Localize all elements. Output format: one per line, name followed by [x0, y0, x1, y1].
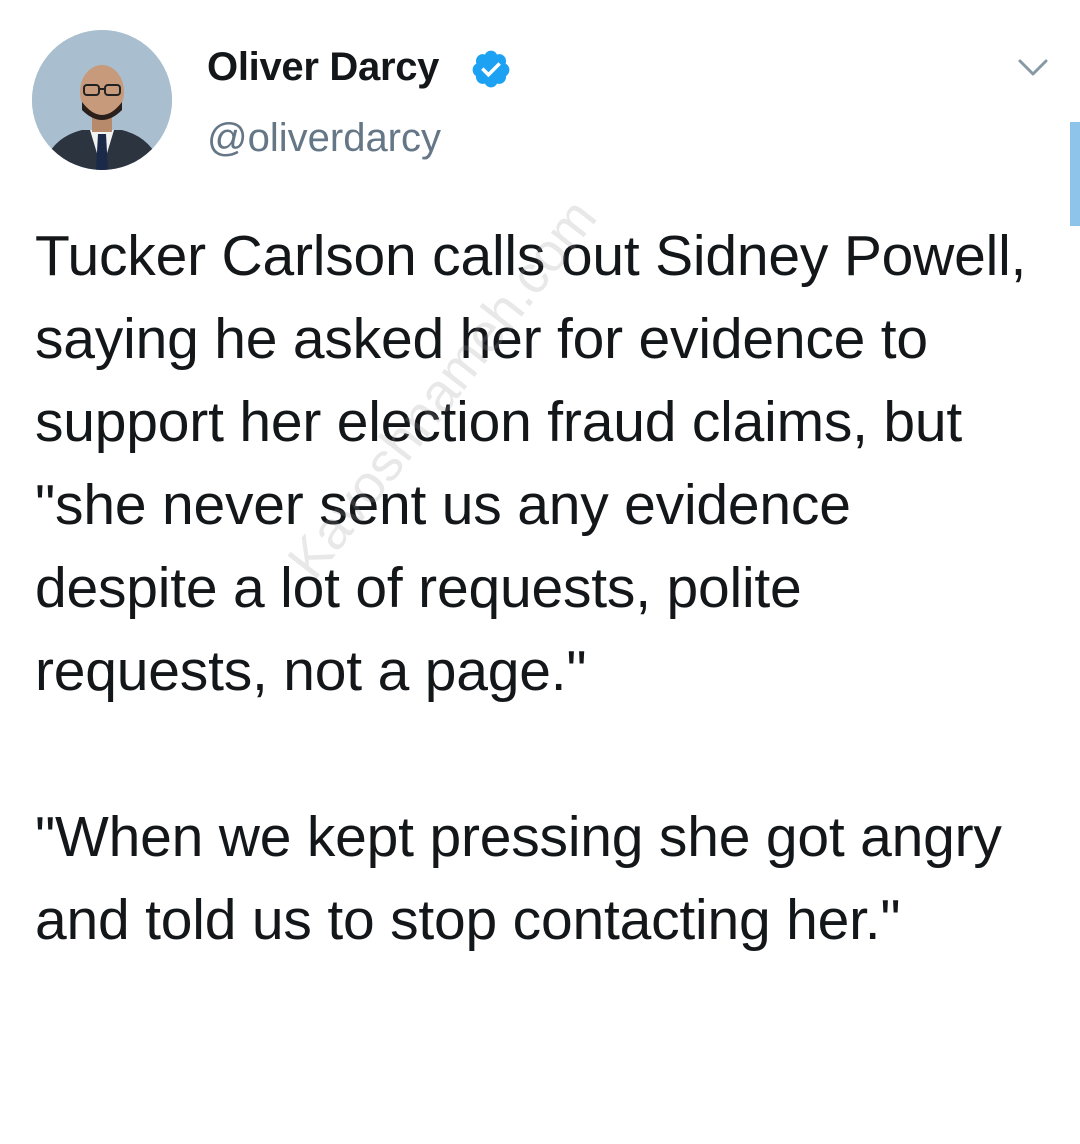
author-handle[interactable]: @oliverdarcy: [207, 113, 441, 163]
avatar-image: [32, 30, 172, 170]
tweet-paragraph-2: "When we kept pressing she got angry and…: [35, 805, 1002, 952]
author-display-name[interactable]: Oliver Darcy: [207, 42, 439, 92]
verified-badge-icon: [472, 50, 510, 88]
scrollbar[interactable]: [1070, 122, 1080, 226]
tweet-paragraph-1: Tucker Carlson calls out Sidney Powell, …: [35, 224, 1027, 703]
tweet-text: Tucker Carlson calls out Sidney Powell, …: [35, 215, 1035, 962]
avatar[interactable]: [32, 30, 172, 170]
chevron-down-icon[interactable]: [1014, 52, 1052, 82]
